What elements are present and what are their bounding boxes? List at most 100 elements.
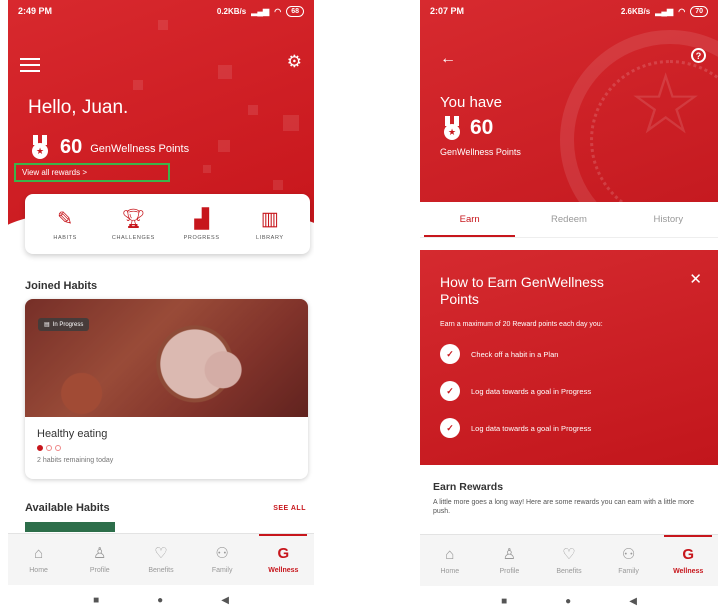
wellness-icon: G xyxy=(682,546,694,563)
home-button-icon[interactable]: ● xyxy=(565,596,571,607)
home-button-icon[interactable]: ● xyxy=(157,595,163,606)
network-speed: 2.6KB/s xyxy=(620,6,651,16)
joined-habits-title: Joined Habits xyxy=(25,280,98,292)
signal-icon: ▂▄▆ xyxy=(251,6,270,16)
tab-earn[interactable]: Earn xyxy=(420,202,519,237)
habit-name: Healthy eating xyxy=(37,428,108,440)
rewards-screen: ☆ 2:07 PM 2.6KB/s ▂▄▆ ◠ 70 ← ? You have … xyxy=(420,0,718,612)
earn-card-subtitle: Earn a maximum of 20 Reward points each … xyxy=(440,321,603,328)
habit-remaining: 2 habits remaining today xyxy=(37,457,114,464)
nav-benefits[interactable]: ♡ Benefits xyxy=(135,534,187,586)
points-summary: ★ 60 xyxy=(440,116,493,140)
status-time: 2:07 PM xyxy=(430,6,465,16)
nav-label: Family xyxy=(618,568,639,575)
tab-redeem[interactable]: Redeem xyxy=(519,202,618,237)
nav-profile[interactable]: ♙ Profile xyxy=(74,534,126,586)
recents-icon[interactable]: ■ xyxy=(93,595,99,606)
nav-label: Wellness xyxy=(673,568,704,575)
habit-progress-dots xyxy=(37,445,61,451)
family-icon: ⚇ xyxy=(621,546,636,563)
status-time: 2:49 PM xyxy=(18,6,53,16)
gear-icon[interactable]: ⚙ xyxy=(287,52,302,72)
tab-history[interactable]: History xyxy=(619,202,718,237)
available-habit-card[interactable] xyxy=(25,522,115,532)
nav-label: Home xyxy=(440,568,460,575)
system-nav: ■ ● ◀ xyxy=(420,587,718,612)
profile-icon: ♙ xyxy=(502,546,517,563)
points-unit: GenWellness Points xyxy=(440,147,521,157)
quick-action-library[interactable]: ▥ LIBRARY xyxy=(240,208,300,241)
nav-family[interactable]: ⚇ Family xyxy=(196,534,248,586)
trophy-icon: 🏆︎ xyxy=(121,208,146,230)
see-all-link[interactable]: SEE ALL xyxy=(273,505,306,514)
back-icon[interactable]: ◀ xyxy=(221,595,229,606)
quick-action-habits[interactable]: ✎ HABITS xyxy=(35,208,95,241)
nav-family[interactable]: ⚇ Family xyxy=(603,535,655,587)
earn-item-label: Check off a habit in a Plan xyxy=(471,349,559,359)
greeting: Hello, Juan. xyxy=(28,97,129,118)
earn-item: ✓ Log data towards a goal in Progress xyxy=(440,418,591,438)
nav-wellness[interactable]: G Wellness xyxy=(257,533,309,586)
nav-benefits[interactable]: ♡ Benefits xyxy=(543,535,595,587)
nav-profile[interactable]: ♙ Profile xyxy=(483,535,535,587)
status-badge: ▤ In Progress xyxy=(38,318,90,331)
quick-actions: ✎ HABITS 🏆︎ CHALLENGES ▟ PROGRESS ▥ LIBR… xyxy=(25,194,310,254)
nav-label: Profile xyxy=(89,567,110,574)
wifi-icon: ◠ xyxy=(678,6,686,16)
quick-action-label: LIBRARY xyxy=(256,234,284,241)
checklist-icon: ✓ xyxy=(440,381,460,401)
star-icon: ☆ xyxy=(628,57,704,151)
nav-label: Benefits xyxy=(556,568,582,575)
nav-label: Benefits xyxy=(148,567,174,574)
status-badge-label: In Progress xyxy=(52,321,84,328)
status-bar: 2:49 PM 0.2KB/s ▂▄▆ ◠ 68 xyxy=(8,0,314,22)
hamburger-menu-icon[interactable] xyxy=(20,58,40,76)
quick-action-label: PROGRESS xyxy=(183,234,220,241)
nav-wellness[interactable]: G Wellness xyxy=(662,534,714,587)
available-habits-title: Available Habits xyxy=(25,502,110,514)
home-screen: 2:49 PM 0.2KB/s ▂▄▆ ◠ 68 ⚙ Hello, Juan. … xyxy=(8,0,314,612)
how-to-earn-card: How to Earn GenWellness Points ✕ Earn a … xyxy=(420,250,718,465)
medal-icon: ★ xyxy=(440,116,464,140)
home-icon: ⌂ xyxy=(445,546,455,563)
earn-card-title: How to Earn GenWellness Points xyxy=(440,274,604,307)
quick-action-challenges[interactable]: 🏆︎ CHALLENGES xyxy=(103,208,163,241)
medal-icon: ★ xyxy=(28,135,52,159)
recents-icon[interactable]: ■ xyxy=(501,596,507,607)
view-all-rewards-link[interactable]: View all rewards > xyxy=(14,163,170,182)
benefits-icon: ♡ xyxy=(562,546,576,563)
quick-action-label: HABITS xyxy=(53,234,77,241)
points-value: 60 xyxy=(60,135,83,158)
close-icon[interactable]: ✕ xyxy=(689,270,702,288)
battery-icon: 70 xyxy=(690,5,708,17)
habit-card[interactable]: ▤ In Progress Healthy eating 2 habits re… xyxy=(25,299,308,479)
nav-home[interactable]: ⌂ Home xyxy=(13,534,65,586)
rewards-tabs: Earn Redeem History xyxy=(420,202,718,238)
back-arrow-icon[interactable]: ← xyxy=(440,50,456,68)
available-habits-header: Available Habits SEE ALL xyxy=(25,502,306,514)
earn-item-label: Log data towards a goal in Progress xyxy=(471,386,592,396)
wifi-icon: ◠ xyxy=(274,6,282,16)
book-icon: ▥ xyxy=(260,208,279,230)
nav-home[interactable]: ⌂ Home xyxy=(424,535,476,587)
quick-action-progress[interactable]: ▟ PROGRESS xyxy=(172,208,232,241)
signal-icon: ▂▄▆ xyxy=(655,6,674,16)
checklist-icon: ✓ xyxy=(440,344,460,364)
quick-action-label: CHALLENGES xyxy=(111,234,155,241)
status-bar: 2:07 PM 2.6KB/s ▂▄▆ ◠ 70 xyxy=(420,0,718,22)
wellness-icon: G xyxy=(277,545,290,562)
help-icon[interactable]: ? xyxy=(691,48,706,63)
calendar-icon: ▤ xyxy=(44,322,50,328)
nav-label: Profile xyxy=(499,568,520,575)
bottom-nav: ⌂ Home ♙ Profile ♡ Benefits ⚇ Family G Wellne… xyxy=(420,534,718,586)
nav-label: Wellness xyxy=(268,567,299,574)
earn-rewards-description: A little more goes a long way! Here are … xyxy=(433,499,695,515)
family-icon: ⚇ xyxy=(215,545,229,562)
nav-label: Family xyxy=(211,567,233,574)
progress-chart-icon: ▟ xyxy=(194,208,209,230)
profile-icon: ♙ xyxy=(93,545,107,562)
earn-rewards-title: Earn Rewards xyxy=(433,481,504,493)
back-icon[interactable]: ◀ xyxy=(629,596,637,607)
earn-item: ✓ Check off a habit in a Plan xyxy=(440,344,558,364)
bottom-nav: ⌂ Home ♙ Profile ♡ Benefits ⚇ Family G Wellne… xyxy=(8,533,314,585)
